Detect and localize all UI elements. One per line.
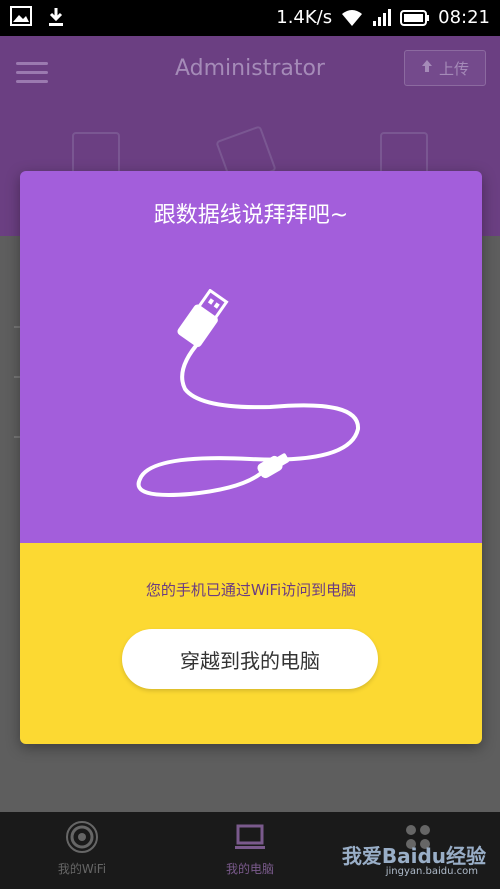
watermark-text: 我爱Baidu经验 [341, 844, 486, 868]
scallop-divider [20, 543, 482, 557]
upload-button[interactable]: 上传 [404, 50, 486, 86]
download-icon [46, 6, 66, 28]
dialog-title: 跟数据线说拜拜吧~ [153, 203, 349, 228]
battery-icon [400, 9, 430, 27]
wifi-broadcast-icon [65, 820, 99, 854]
wifi-connect-dialog: 跟数据线说拜拜吧~ 您的手机已通过WiFi访问到电脑 穿越到我的电脑 [20, 171, 482, 744]
status-bar: 1.4K/s 08:21 [0, 0, 500, 36]
watermark-url: jingyan.baidu.com [385, 866, 478, 877]
dialog-message: 您的手机已通过WiFi访问到电脑 [145, 581, 357, 599]
clock: 08:21 [438, 7, 490, 28]
signal-icon [372, 8, 392, 27]
nav-label: 我的电脑 [225, 862, 274, 876]
net-speed: 1.4K/s [276, 7, 333, 28]
usb-cable-icon [136, 289, 360, 497]
laptop-icon [233, 820, 267, 854]
image-icon [10, 6, 32, 28]
go-to-my-computer-button[interactable]: 穿越到我的电脑 [122, 629, 378, 689]
wifi-icon [340, 9, 364, 27]
upload-label: 上传 [438, 59, 469, 78]
nav-item-my-computer[interactable]: 我的电脑 [190, 820, 310, 877]
arrow-up-icon [421, 59, 433, 77]
nav-label: 我的WiFi [57, 862, 107, 876]
nav-item-my-wifi[interactable]: 我的WiFi [22, 820, 142, 877]
